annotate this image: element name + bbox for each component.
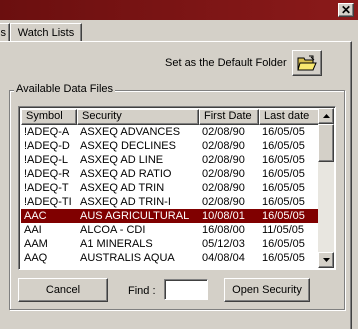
- column-header-last-date[interactable]: Last date: [259, 109, 321, 125]
- scroll-up-button[interactable]: [318, 108, 334, 124]
- set-default-folder-button[interactable]: [292, 50, 322, 76]
- cell-security: AUSTRALIS AQUA: [80, 252, 175, 264]
- title-bar: ✕: [0, 0, 358, 20]
- open-security-button[interactable]: Open Security: [224, 278, 310, 302]
- cell-first-date: 02/08/90: [202, 168, 245, 180]
- find-input[interactable]: [164, 279, 208, 300]
- tab-label: s: [0, 27, 7, 39]
- cell-security: ASXEQ AD TRIN: [80, 182, 165, 194]
- cell-first-date: 10/08/01: [202, 210, 245, 222]
- cell-last-date: 16/05/05: [262, 154, 305, 166]
- cell-last-date: 16/05/05: [262, 238, 305, 250]
- tab-strip: s Watch Lists: [0, 20, 358, 42]
- cell-last-date: 16/05/05: [262, 168, 305, 180]
- cell-last-date: 16/05/05: [262, 126, 305, 138]
- list-row[interactable]: AAI ALCOA - CDI 16/08/00 11/05/05: [21, 223, 321, 237]
- list-row[interactable]: !ADEQ-D ASXEQ DECLINES 02/08/90 16/05/05: [21, 139, 321, 153]
- cell-symbol: AAQ: [24, 252, 48, 264]
- list-row[interactable]: AAM A1 MINERALS 05/12/03 16/05/05: [21, 237, 321, 251]
- list-row[interactable]: AAQ AUSTRALIS AQUA 04/08/04 16/05/05: [21, 251, 321, 265]
- scroll-thumb[interactable]: [318, 124, 334, 162]
- cell-symbol: !ADEQ-T: [24, 182, 69, 194]
- cell-first-date: 05/12/03: [202, 238, 245, 250]
- cell-symbol: !ADEQ-D: [24, 140, 70, 152]
- cell-security: ASXEQ DECLINES: [80, 140, 176, 152]
- arrow-down-icon: [322, 258, 330, 262]
- tab-watch-lists[interactable]: Watch Lists: [10, 23, 82, 42]
- vertical-scrollbar[interactable]: [318, 108, 334, 268]
- cell-last-date: 16/05/05: [262, 182, 305, 194]
- cell-security: A1 MINERALS: [80, 238, 153, 250]
- cell-last-date: 11/05/05: [262, 224, 305, 236]
- open-folder-icon: [297, 55, 317, 70]
- column-header-symbol[interactable]: Symbol: [21, 109, 77, 125]
- cell-last-date: 16/05/05: [262, 140, 305, 152]
- cancel-button[interactable]: Cancel: [18, 278, 108, 302]
- cell-security: ASXEQ AD TRIN-I: [80, 196, 171, 208]
- list-header: Symbol Security First Date Last date: [21, 109, 321, 125]
- list-row-selected[interactable]: AAC AUS AGRICULTURAL 10/08/01 16/05/05: [21, 209, 321, 223]
- list-row[interactable]: !ADEQ-L ASXEQ AD LINE 02/08/90 16/05/05: [21, 153, 321, 167]
- list-row[interactable]: !ADEQ-A ASXEQ ADVANCES 02/08/90 16/05/05: [21, 125, 321, 139]
- cell-symbol: !ADEQ-L: [24, 154, 69, 166]
- cell-security: ASXEQ ADVANCES: [80, 126, 181, 138]
- find-label: Find :: [128, 285, 156, 297]
- list-rows: !ADEQ-A ASXEQ ADVANCES 02/08/90 16/05/05…: [21, 125, 321, 265]
- cell-first-date: 02/08/90: [202, 154, 245, 166]
- tab-label: Watch Lists: [17, 27, 75, 39]
- cell-symbol: !ADEQ-TI: [24, 196, 72, 208]
- cell-last-date: 16/05/05: [262, 196, 305, 208]
- cell-first-date: 02/08/90: [202, 182, 245, 194]
- cell-first-date: 02/08/90: [202, 140, 245, 152]
- cell-first-date: 02/08/90: [202, 126, 245, 138]
- list-row[interactable]: !ADEQ-T ASXEQ AD TRIN 02/08/90 16/05/05: [21, 181, 321, 195]
- arrow-up-icon: [322, 114, 330, 118]
- cell-security: ALCOA - CDI: [80, 224, 146, 236]
- cell-security: ASXEQ AD RATIO: [80, 168, 172, 180]
- default-folder-label: Set as the Default Folder: [165, 57, 287, 69]
- column-header-first-date[interactable]: First Date: [199, 109, 259, 125]
- cell-security: ASXEQ AD LINE: [80, 154, 164, 166]
- cell-security: AUS AGRICULTURAL: [80, 210, 190, 222]
- list-row[interactable]: !ADEQ-R ASXEQ AD RATIO 02/08/90 16/05/05: [21, 167, 321, 181]
- cell-symbol: !ADEQ-A: [24, 126, 70, 138]
- scroll-down-button[interactable]: [318, 252, 334, 268]
- close-button[interactable]: ✕: [338, 3, 354, 17]
- close-icon: ✕: [340, 3, 352, 17]
- cell-first-date: 04/08/04: [202, 252, 245, 264]
- group-label: Available Data Files: [14, 83, 116, 95]
- tab-previous[interactable]: s: [0, 23, 10, 42]
- cell-symbol: AAM: [24, 238, 48, 250]
- cell-symbol: AAI: [24, 224, 42, 236]
- cell-symbol: AAC: [24, 210, 47, 222]
- cell-last-date: 16/05/05: [262, 210, 305, 222]
- data-files-list[interactable]: Symbol Security First Date Last date !AD…: [18, 106, 336, 270]
- cell-first-date: 02/08/90: [202, 196, 245, 208]
- cell-symbol: !ADEQ-R: [24, 168, 70, 180]
- cell-first-date: 16/08/00: [202, 224, 245, 236]
- cell-last-date: 16/05/05: [262, 252, 305, 264]
- window-edge: [352, 20, 358, 329]
- column-header-security[interactable]: Security: [77, 109, 199, 125]
- list-row[interactable]: !ADEQ-TI ASXEQ AD TRIN-I 02/08/90 16/05/…: [21, 195, 321, 209]
